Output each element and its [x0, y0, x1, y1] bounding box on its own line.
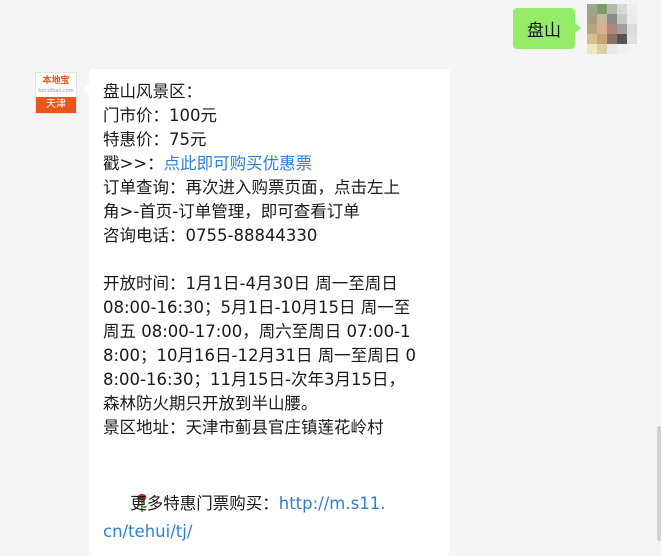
message-line: 角>-首页-订单管理，即可查看订单 [103, 202, 360, 221]
message-line: 开放时间：1月1日-4月30日 周一至周日 [103, 274, 398, 293]
rose-icon [103, 468, 147, 516]
message-line: 盘山风景区： [103, 82, 202, 101]
scrollbar[interactable] [657, 426, 661, 541]
more-tickets-link[interactable]: http://m.s11. [279, 494, 386, 513]
more-line: 更多特惠门票购买：http://m.s11. [103, 468, 436, 516]
message-line: 8:00；10月16日-12月31日 周一至周日 0 [103, 346, 416, 365]
outgoing-message-text: 盘山 [527, 21, 561, 41]
message-line: 订单查询：再次进入购票页面，点击左上 [103, 178, 400, 197]
buy-line: 戳>>：点此即可购买优惠票 [103, 152, 436, 176]
message-line: 景区地址：天津市蓟县官庄镇莲花岭村 [103, 418, 384, 437]
more-line-2: cn/tehui/tj/ [103, 520, 436, 544]
user-avatar[interactable] [587, 4, 637, 54]
bendibao-logo-icon: 本地宝 [42, 76, 70, 86]
outgoing-message-bubble[interactable]: 盘山 [513, 8, 581, 49]
sender-avatar[interactable]: 本地宝 bendibao.com 天津 [35, 72, 77, 114]
buy-prefix: 戳>>： [103, 154, 164, 173]
message-line: 森林防火期只开放到半山腰。 [103, 394, 318, 413]
more-prefix: 更多特惠门票购买： [125, 494, 279, 513]
logo-domain: bendibao.com [38, 88, 74, 94]
message-line: 咨询电话：0755-88844330 [103, 226, 318, 245]
message-line: 特惠价：75元 [103, 130, 207, 149]
message-line: 8:00-16:30；11月15日-次年3月15日， [103, 370, 405, 389]
buy-ticket-link[interactable]: 点此即可购买优惠票 [164, 154, 313, 173]
more-tickets-link-cont[interactable]: cn/tehui/tj/ [103, 522, 192, 541]
message-line: 门市价：100元 [103, 106, 217, 125]
logo-city-label: 天津 [36, 97, 76, 113]
incoming-message-bubble[interactable]: 盘山风景区： 门市价：100元 特惠价：75元 戳>>：点此即可购买优惠票 订单… [83, 69, 450, 556]
message-line: 周五 08:00-17:00，周六至周日 07:00-1 [103, 322, 411, 341]
message-line: 08:00-16:30；5月1日-10月15日 周一至 [103, 298, 411, 317]
